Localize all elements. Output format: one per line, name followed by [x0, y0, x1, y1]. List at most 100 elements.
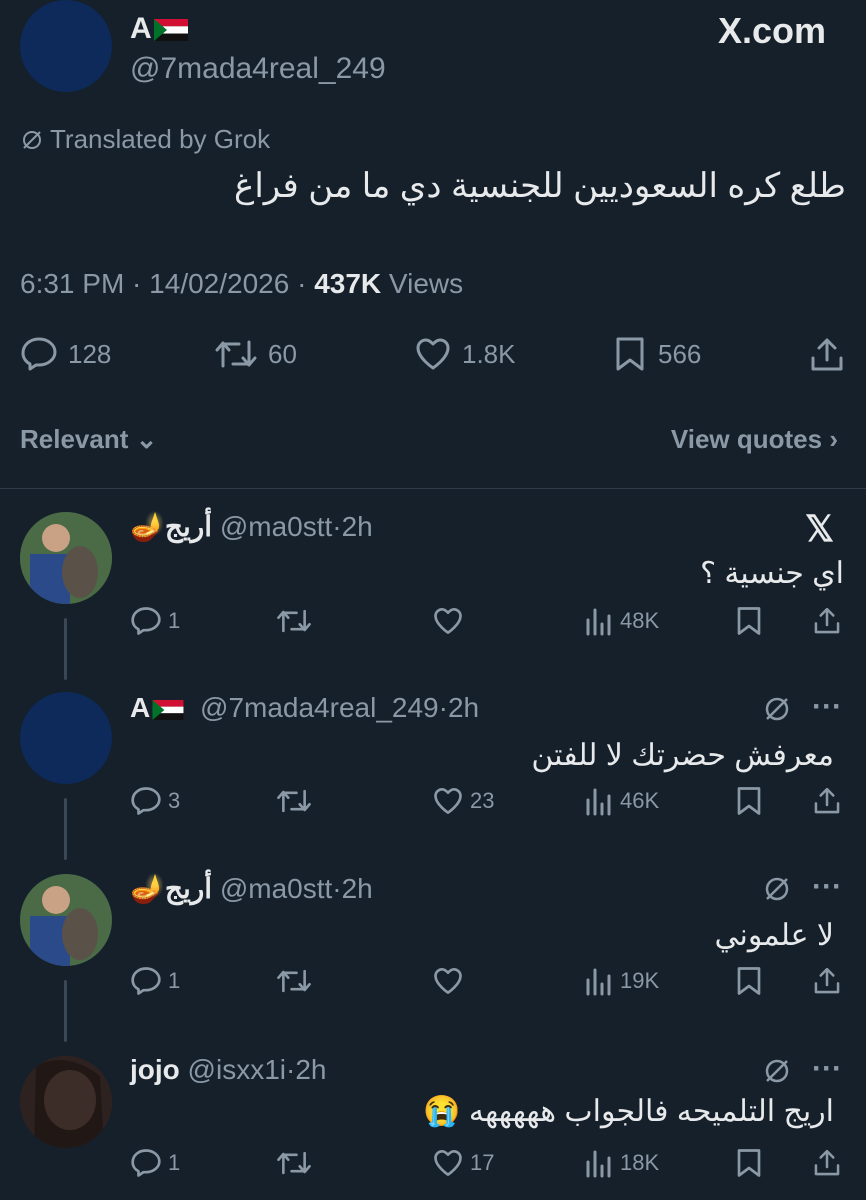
- share-button[interactable]: [808, 336, 846, 374]
- views-button[interactable]: 48K: [584, 606, 659, 636]
- grok-icon[interactable]: [762, 874, 792, 904]
- grok-icon[interactable]: [762, 1056, 792, 1086]
- retweet-button[interactable]: [276, 786, 312, 816]
- reply-avatar[interactable]: [20, 692, 112, 784]
- author-avatar[interactable]: [20, 0, 112, 92]
- reply-display-name[interactable]: A: [130, 692, 150, 723]
- share-button[interactable]: [812, 786, 842, 816]
- views-button[interactable]: 18K: [584, 1148, 659, 1178]
- reply-avatar[interactable]: [20, 512, 112, 604]
- bookmark-button[interactable]: [734, 786, 764, 816]
- like-icon: [432, 786, 464, 816]
- tweet-meta: 6:31 PM · 14/02/2026 · 437K Views: [20, 268, 464, 299]
- reply-count: 1: [168, 608, 181, 633]
- bookmark-button[interactable]: [734, 606, 764, 636]
- bookmark-button[interactable]: [734, 966, 764, 996]
- reply-count: 1: [168, 968, 181, 993]
- reply-handle[interactable]: @ma0stt: [220, 873, 332, 904]
- reply-icon: [130, 966, 162, 996]
- reply-time[interactable]: 2h: [342, 873, 373, 904]
- retweet-button[interactable]: [276, 966, 312, 996]
- lamp-emoji-icon: 🪔: [130, 873, 165, 904]
- reply-avatar[interactable]: [20, 874, 112, 966]
- share-button[interactable]: [812, 1148, 842, 1178]
- sudan-flag-icon: [152, 699, 184, 720]
- bookmark-button[interactable]: 566: [612, 336, 701, 372]
- tweet-text: طلع كره السعوديين للجنسية دي ما من فراغ: [234, 167, 846, 205]
- like-icon: [432, 606, 464, 636]
- reply-time[interactable]: 2h: [342, 511, 373, 542]
- retweet-icon: [276, 1148, 312, 1178]
- like-button[interactable]: 23: [432, 786, 494, 816]
- like-count: 17: [470, 1150, 495, 1175]
- reply-count: 3: [168, 788, 181, 813]
- translated-label: Translated by Grok: [50, 124, 271, 154]
- avatar-photo: [20, 512, 112, 604]
- bookmark-button[interactable]: [734, 1148, 764, 1178]
- retweet-button[interactable]: [276, 606, 312, 636]
- like-count: 23: [470, 788, 495, 813]
- reply-time[interactable]: 2h: [295, 1054, 326, 1085]
- views-count: 48K: [620, 608, 660, 633]
- reply-display-name[interactable]: أريج: [165, 873, 212, 904]
- reply-handle[interactable]: @7mada4real_249: [200, 692, 439, 723]
- avatar-photo: [20, 874, 112, 966]
- chevron-down-icon: ⌄: [135, 424, 158, 454]
- views-count: 19K: [620, 968, 660, 993]
- reply-display-name[interactable]: jojo: [130, 1054, 180, 1085]
- reply-icon: [130, 606, 162, 636]
- share-icon: [812, 1148, 842, 1178]
- retweet-icon: [276, 606, 312, 636]
- retweet-button[interactable]: 60: [214, 336, 297, 372]
- bookmark-icon: [612, 336, 648, 372]
- views-button[interactable]: 19K: [584, 966, 659, 996]
- reply-button[interactable]: 1: [130, 606, 180, 636]
- views-count: 437K: [314, 268, 382, 299]
- reply-button[interactable]: 1: [130, 1148, 180, 1178]
- author-handle[interactable]: @7mada4real_249: [130, 52, 386, 86]
- share-button[interactable]: [812, 966, 842, 996]
- reply-button[interactable]: 1: [130, 966, 180, 996]
- thread-line: [64, 980, 67, 1042]
- reply-icon: [130, 1148, 162, 1178]
- reply-icon: [130, 786, 162, 816]
- views-icon: [584, 1148, 614, 1178]
- more-icon[interactable]: ···: [812, 870, 842, 904]
- bookmark-count: 566: [658, 338, 702, 369]
- tweet-time[interactable]: 6:31 PM: [20, 268, 124, 299]
- like-icon: [432, 966, 464, 996]
- reply-handle[interactable]: @isxx1i: [188, 1054, 286, 1085]
- reply-handle[interactable]: @ma0stt: [220, 511, 332, 542]
- reply-header: jojo @isxx1i·2h: [130, 1054, 327, 1085]
- like-button[interactable]: 17: [432, 1148, 494, 1178]
- like-button[interactable]: [432, 606, 464, 636]
- sort-label: Relevant: [20, 424, 129, 454]
- share-icon: [812, 966, 842, 996]
- author-name[interactable]: A: [130, 12, 188, 46]
- more-icon[interactable]: ···: [812, 690, 842, 724]
- reply-time[interactable]: 2h: [448, 692, 479, 723]
- reply-text: اي جنسية ؟: [700, 557, 844, 590]
- reply-text: لا علموني: [714, 919, 834, 952]
- views-icon: [584, 606, 614, 636]
- views-icon: [584, 786, 614, 816]
- sort-dropdown[interactable]: Relevant ⌄: [20, 424, 157, 455]
- reply-display-name[interactable]: أريج: [165, 511, 212, 542]
- reply-button[interactable]: 128: [20, 336, 111, 372]
- more-icon[interactable]: ···: [812, 1052, 842, 1086]
- view-quotes-link[interactable]: View quotes ›: [671, 424, 838, 455]
- reply-button[interactable]: 3: [130, 786, 180, 816]
- like-button[interactable]: [432, 966, 464, 996]
- views-button[interactable]: 46K: [584, 786, 659, 816]
- thread-line: [64, 618, 67, 680]
- like-count: 1.8K: [462, 338, 516, 369]
- views-count: 18K: [620, 1150, 660, 1175]
- share-button[interactable]: [812, 606, 842, 636]
- tweet-date[interactable]: 14/02/2026: [149, 268, 289, 299]
- retweet-button[interactable]: [276, 1148, 312, 1178]
- reply-avatar[interactable]: [20, 1056, 112, 1148]
- x-logo-icon: 𝕏: [804, 508, 834, 549]
- translated-by[interactable]: Translated by Grok: [20, 124, 270, 155]
- grok-icon[interactable]: [762, 694, 792, 724]
- like-button[interactable]: 1.8K: [414, 336, 516, 372]
